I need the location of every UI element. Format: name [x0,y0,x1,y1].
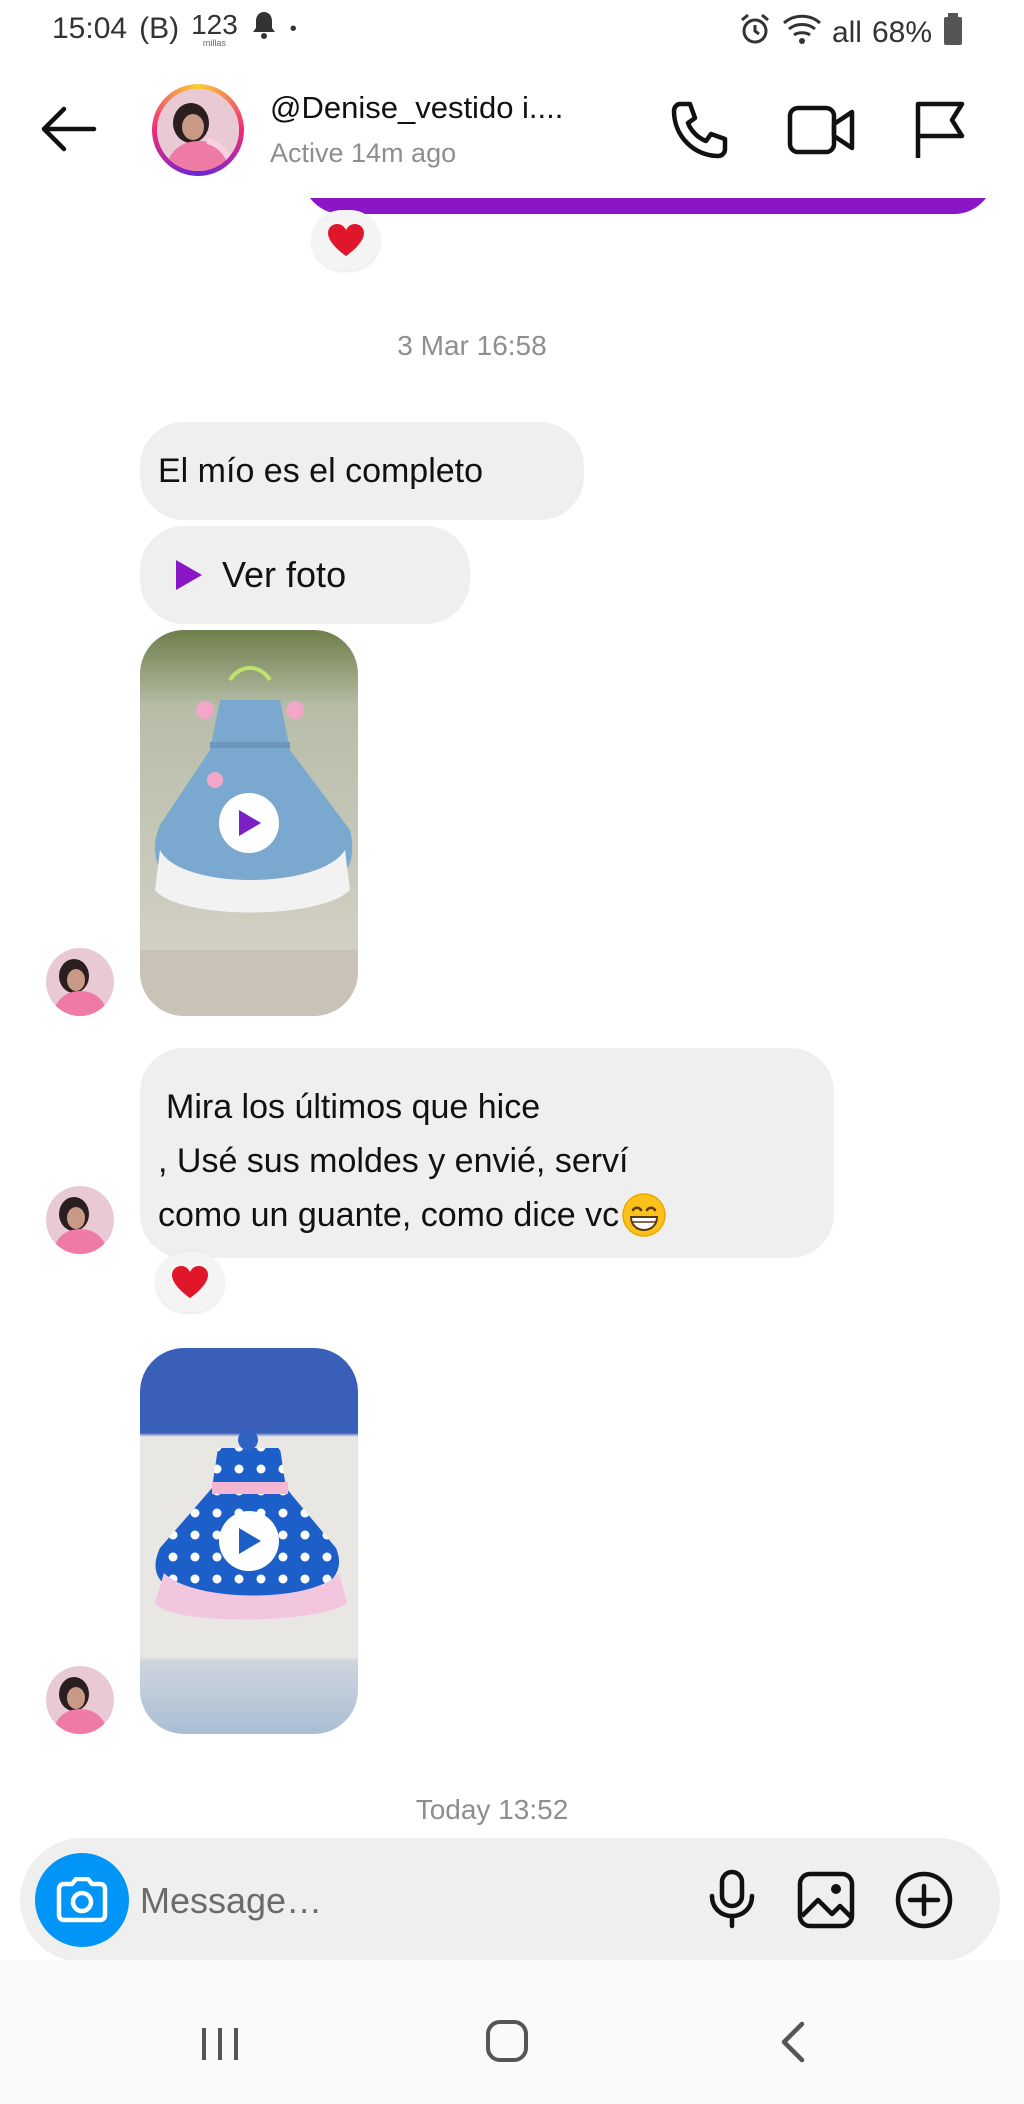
profile-avatar[interactable] [152,84,244,176]
add-plus-icon[interactable] [894,1870,954,1935]
chat-username[interactable]: @Denise_vestido i.... [270,90,563,126]
grinning-emoji-icon [622,1193,666,1237]
bell-icon [250,10,278,48]
camera-button[interactable] [35,1853,129,1947]
sender-avatar[interactable] [46,1186,114,1254]
view-photo-label: Ver foto [222,554,347,595]
battery-percent: 68% [871,16,932,49]
gallery-icon[interactable] [796,1870,856,1935]
wifi-icon [782,13,822,53]
heart-icon [328,224,364,256]
message-bubble[interactable]: Mira los últimos que hice , Usé sus mold… [140,1048,834,1258]
timestamp: Today 13:52 [415,1794,569,1825]
status-carrier: (B) [139,12,180,45]
video-call-icon[interactable] [786,100,856,165]
status-time: 15:04 [52,12,128,45]
message-text: El mío es el completo [158,451,484,490]
status-count: 123 [191,8,238,40]
message-composer [20,1838,1000,1962]
message-line-1: Mira los últimos que hice [166,1088,541,1126]
status-dot: • [289,17,297,40]
heart-reaction[interactable] [156,1252,224,1312]
message-line-3: como un guante, como dice vc [158,1196,620,1234]
recent-apps-icon[interactable] [198,2024,242,2069]
status-bar: 15:04 (B) 123 millas • all 68% [0,0,1024,64]
battery-icon [942,12,964,54]
microphone-icon[interactable] [704,1868,760,1935]
message-input[interactable] [138,1868,702,1934]
profile-photo [157,89,239,171]
status-right: all 68% [738,12,964,54]
timestamp: 3 Mar 16:58 [397,330,547,361]
play-button[interactable] [219,793,279,853]
play-icon [239,1528,261,1554]
view-photo-bubble[interactable]: Ver foto [140,526,470,624]
chat-header: @Denise_vestido i.... Active 14m ago [0,64,1024,200]
play-button[interactable] [219,1511,279,1571]
system-nav-bar [0,1960,1024,2104]
camera-icon [56,1877,108,1923]
back-arrow-icon[interactable] [38,104,98,159]
back-nav-icon[interactable] [778,2020,808,2069]
message-line-2: , Usé sus moldes y envié, serví [158,1142,629,1180]
play-icon [239,810,261,836]
heart-reaction[interactable] [312,210,380,270]
network-label: all [831,16,862,49]
video-message[interactable] [140,630,358,1016]
message-bubble[interactable]: El mío es el completo [140,422,584,520]
heart-icon [172,1266,208,1298]
message-line-3-wrap: como un guante, como dice vc [158,1188,816,1242]
status-left: 15:04 (B) 123 millas • [52,10,297,48]
active-status: Active 14m ago [270,138,457,168]
phone-call-icon[interactable] [666,98,732,169]
status-count-sub: millas [202,37,226,48]
alarm-icon [738,12,772,54]
video-message[interactable] [140,1348,358,1734]
play-triangle-icon [176,560,202,590]
sender-avatar[interactable] [46,948,114,1016]
report-flag-icon[interactable] [910,98,970,167]
sender-avatar[interactable] [46,1666,114,1734]
home-icon[interactable] [484,2018,530,2069]
status-counter: 123 millas [191,8,238,48]
